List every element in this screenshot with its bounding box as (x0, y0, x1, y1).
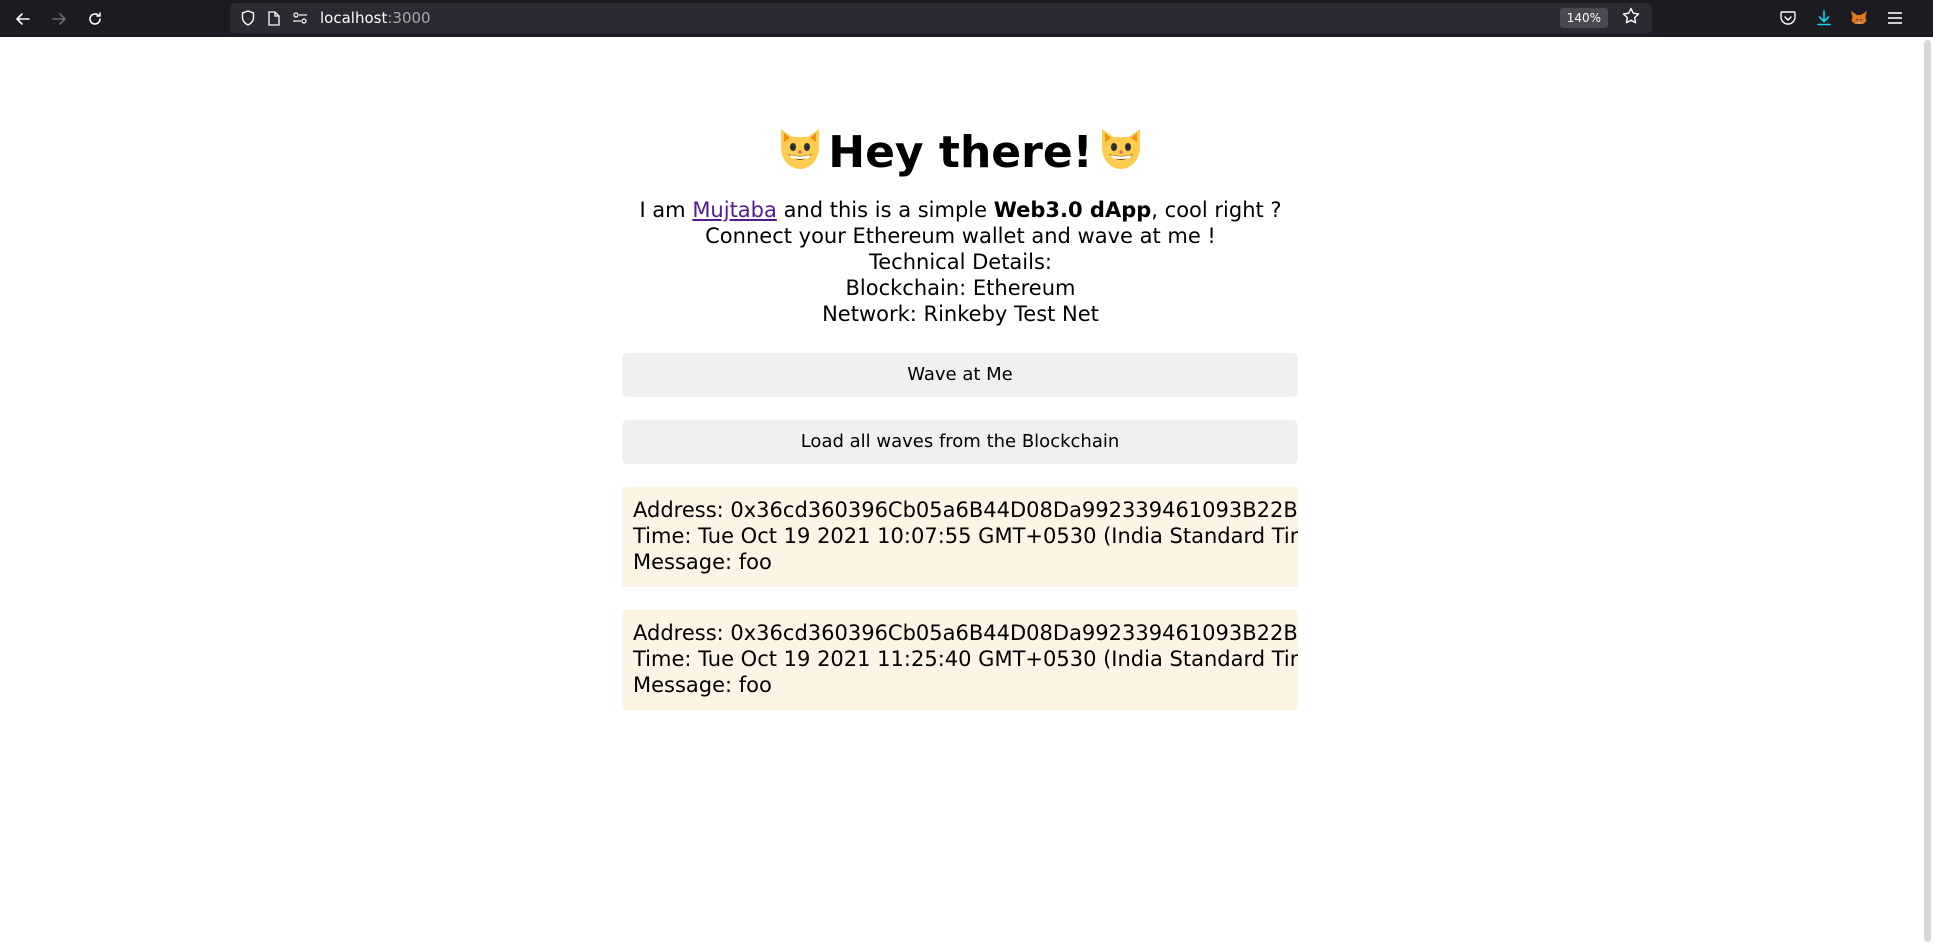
wave-message: Message: foo (633, 550, 772, 574)
page-heading: Hey there! (0, 125, 1921, 178)
url-port: :3000 (387, 9, 431, 27)
wave-time: Time: Tue Oct 19 2021 11:25:40 GMT+0530 … (633, 647, 1298, 671)
wave-time: Time: Tue Oct 19 2021 10:07:55 GMT+0530 … (633, 524, 1298, 548)
page-scrollbar-thumb[interactable] (1924, 40, 1931, 942)
bio-intro-prefix: I am (639, 198, 693, 222)
bio-intro-suffix: , cool right ? (1151, 198, 1282, 222)
url-bar[interactable]: localhost:3000 140% (230, 3, 1652, 33)
grinning-cat-icon (781, 129, 820, 169)
back-arrow-icon[interactable] (9, 5, 36, 32)
wave-address: Address: 0x36cd360396Cb05a6B44D08Da99233… (633, 621, 1298, 645)
download-icon[interactable] (1813, 7, 1835, 29)
wave-button[interactable]: Wave at Me (622, 353, 1298, 397)
zoom-level-badge[interactable]: 140% (1559, 8, 1608, 28)
metamask-fox-icon[interactable] (1848, 7, 1870, 29)
permissions-icon[interactable] (292, 10, 308, 26)
hamburger-menu-icon[interactable] (1884, 7, 1906, 29)
bio-line-blockchain: Blockchain: Ethereum (845, 276, 1076, 300)
reload-icon[interactable] (81, 5, 108, 32)
wave-card: Address: 0x36cd360396Cb05a6B44D08Da99233… (622, 487, 1298, 587)
page-icon[interactable] (266, 10, 282, 26)
tracking-shield-icon[interactable] (240, 10, 256, 26)
wave-address: Address: 0x36cd360396Cb05a6B44D08Da99233… (633, 498, 1298, 522)
bio-text: I am Mujtaba and this is a simple Web3.0… (0, 197, 1921, 327)
bio-line-connect: Connect your Ethereum wallet and wave at… (705, 224, 1216, 248)
bookmark-star-icon[interactable] (1622, 7, 1640, 30)
load-waves-button[interactable]: Load all waves from the Blockchain (622, 420, 1298, 464)
grinning-cat-icon (1101, 129, 1140, 169)
bio-line-network: Network: Rinkeby Test Net (822, 302, 1099, 326)
bio-intro-mid: and this is a simple (776, 198, 994, 222)
wave-card: Address: 0x36cd360396Cb05a6B44D08Da99233… (622, 610, 1298, 710)
heading-text: Hey there! (828, 127, 1093, 178)
bio-line-intro: I am Mujtaba and this is a simple Web3.0… (0, 197, 1921, 223)
bio-intro-bold: Web3.0 dApp (993, 198, 1152, 222)
author-link[interactable]: Mujtaba (692, 198, 777, 222)
url-text: localhost:3000 (320, 9, 431, 27)
pocket-icon[interactable] (1777, 7, 1799, 29)
bio-line-technical: Technical Details: (869, 250, 1052, 274)
forward-arrow-icon[interactable] (45, 5, 72, 32)
browser-toolbar: localhost:3000 140% (0, 0, 1933, 37)
url-host: localhost (320, 9, 388, 27)
wave-message: Message: foo (633, 673, 772, 697)
